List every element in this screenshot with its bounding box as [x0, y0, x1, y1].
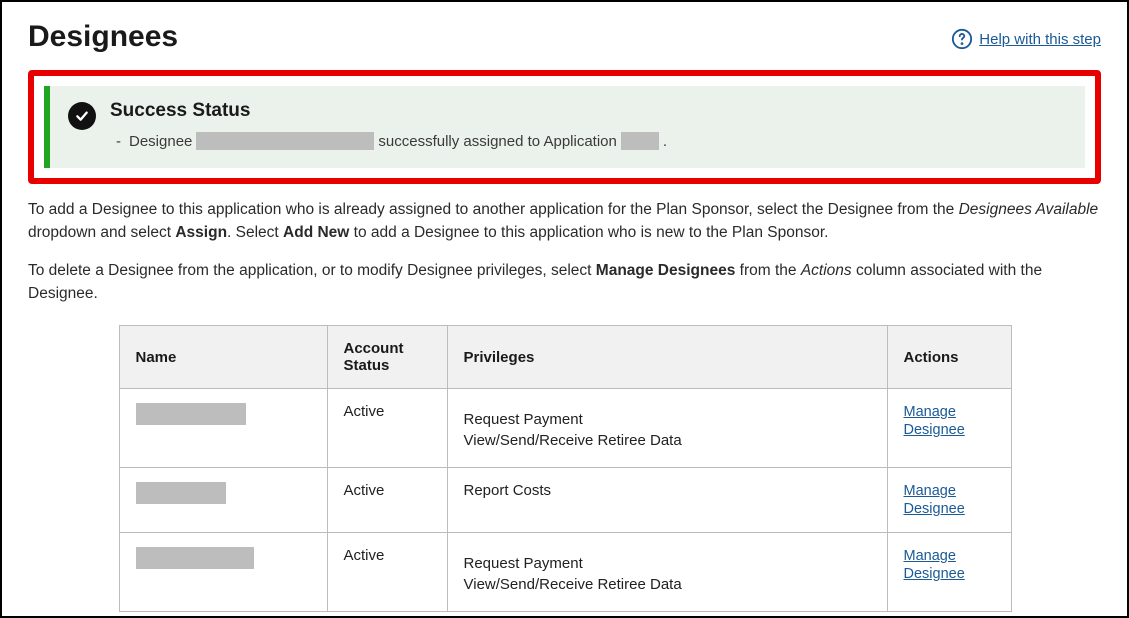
- manage-designee-link[interactable]: Manage Designee: [904, 547, 995, 583]
- alert-message: - Designee successfully assigned to Appl…: [110, 132, 1067, 150]
- table-row: Active Request Payment View/Send/Receive…: [119, 389, 1011, 468]
- redacted-app: [621, 132, 659, 150]
- designees-table: Name Account Status Privileges Actions A…: [119, 325, 1012, 612]
- help-icon: [951, 28, 973, 50]
- table-row: Active Report Costs Manage Designee: [119, 468, 1011, 533]
- page-frame: Designees Help with this step Success St…: [0, 0, 1129, 618]
- cell-actions: Manage Designee: [887, 389, 1011, 468]
- col-header-status: Account Status: [327, 326, 447, 389]
- redacted-name: [196, 132, 374, 150]
- col-header-actions: Actions: [887, 326, 1011, 389]
- instruction-paragraph-2: To delete a Designee from the applicatio…: [28, 259, 1101, 306]
- help-link[interactable]: Help with this step: [951, 28, 1101, 50]
- alert-title: Success Status: [110, 100, 1067, 122]
- cell-name: [119, 468, 327, 533]
- table-header-row: Name Account Status Privileges Actions: [119, 326, 1011, 389]
- cell-status: Active: [327, 389, 447, 468]
- check-icon: [68, 102, 96, 130]
- manage-designee-link[interactable]: Manage Designee: [904, 482, 995, 518]
- cell-name: [119, 533, 327, 612]
- cell-privileges: Request Payment View/Send/Receive Retire…: [447, 389, 887, 468]
- col-header-name: Name: [119, 326, 327, 389]
- cell-status: Active: [327, 468, 447, 533]
- cell-privileges: Request Payment View/Send/Receive Retire…: [447, 533, 887, 612]
- cell-status: Active: [327, 533, 447, 612]
- manage-designee-link[interactable]: Manage Designee: [904, 403, 995, 439]
- redacted-name: [136, 403, 246, 425]
- help-link-label: Help with this step: [979, 31, 1101, 48]
- header: Designees Help with this step: [28, 20, 1101, 54]
- cell-privileges: Report Costs: [447, 468, 887, 533]
- page-title: Designees: [28, 20, 178, 54]
- redacted-name: [136, 482, 226, 504]
- table-row: Active Request Payment View/Send/Receive…: [119, 533, 1011, 612]
- cell-actions: Manage Designee: [887, 468, 1011, 533]
- cell-actions: Manage Designee: [887, 533, 1011, 612]
- cell-name: [119, 389, 327, 468]
- instruction-paragraph-1: To add a Designee to this application wh…: [28, 198, 1101, 245]
- alert-content: Success Status - Designee successfully a…: [110, 100, 1067, 150]
- designees-table-wrap: Name Account Status Privileges Actions A…: [119, 325, 1011, 612]
- success-highlight: Success Status - Designee successfully a…: [28, 70, 1101, 184]
- success-alert: Success Status - Designee successfully a…: [44, 86, 1085, 168]
- redacted-name: [136, 547, 254, 569]
- col-header-privileges: Privileges: [447, 326, 887, 389]
